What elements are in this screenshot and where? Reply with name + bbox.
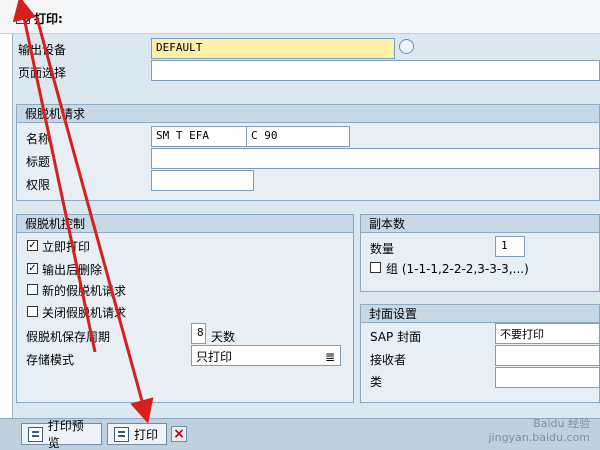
annotation-arrows	[12, 0, 154, 424]
watermark-line2: jingyan.baidu.com	[488, 431, 590, 444]
watermark-line1: Baidu 经验	[533, 417, 590, 430]
watermark: Baidu 经验 jingyan.baidu.com	[488, 415, 590, 444]
arrow-to-print	[35, 17, 154, 424]
arrow-to-title	[12, 0, 97, 353]
